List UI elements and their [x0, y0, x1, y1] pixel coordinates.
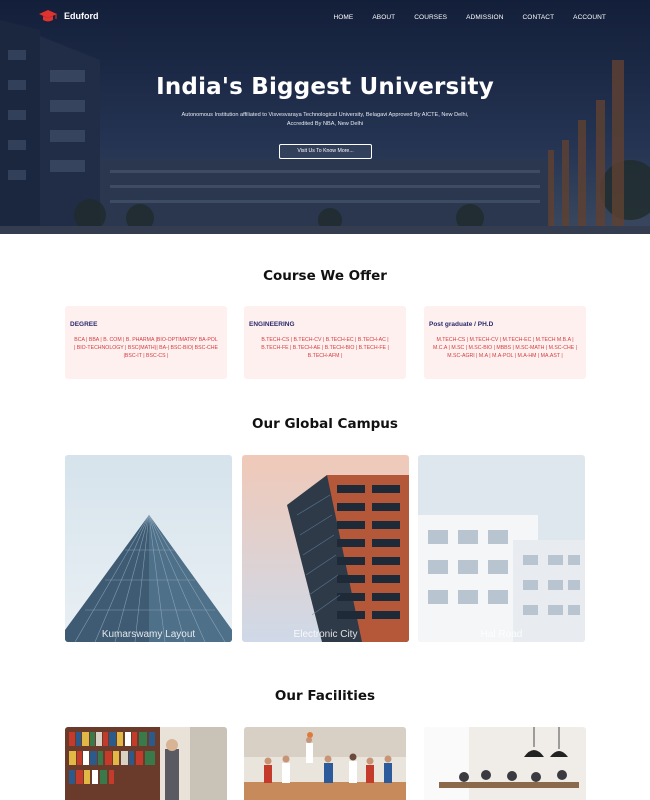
nav-item-home[interactable]: HOME [333, 14, 353, 21]
top-navigation: Eduford HOME ABOUT COURSES ADMISSION CON… [0, 0, 650, 36]
nav-item-admission[interactable]: ADMISSION [466, 14, 503, 21]
facility-card-cafeteria[interactable] [424, 727, 586, 800]
campus-image-white-building [418, 455, 585, 642]
facility-card-sports[interactable] [244, 727, 406, 800]
facilities-section-title: Our Facilities [274, 688, 376, 704]
course-card-degree[interactable]: DEGREE BCA | BBA | B. COM | B. PHARMA |B… [65, 306, 227, 379]
course-card-postgraduate[interactable]: Post graduate / PH.D M.TECH-CS | M.TECH-… [424, 306, 586, 379]
campus-image-glass-pyramid [65, 455, 232, 642]
course-card-list: BCA | BBA | B. COM | B. PHARMA |BIO-OPTI… [73, 337, 219, 360]
brand-name: Eduford [64, 11, 99, 21]
course-card-engineering[interactable]: ENGINEERING B.TECH-CS | B.TECH-CV | B.TE… [244, 306, 406, 379]
campus-label: Electronic City [293, 629, 358, 640]
hero-subtitle-line-1: Autonomous Institution affiliated to Vis… [181, 112, 469, 118]
hero-banner: Eduford HOME ABOUT COURSES ADMISSION CON… [0, 0, 650, 234]
nav-menu: HOME ABOUT COURSES ADMISSION CONTACT ACC… [314, 14, 606, 21]
hero-subtitle: Autonomous Institution affiliated to Vis… [150, 111, 500, 129]
campus-card-kumarswamy-layout[interactable]: Kumarswamy Layout [65, 455, 232, 642]
library-image [65, 727, 227, 800]
campus-section-title: Our Global Campus [252, 416, 398, 432]
course-card-heading: Post graduate / PH.D [429, 321, 494, 328]
hero-title: India's Biggest University [156, 74, 494, 100]
campus-card-electronic-city[interactable]: Electronic City [242, 455, 409, 642]
nav-item-about[interactable]: ABOUT [372, 14, 395, 21]
nav-item-courses[interactable]: COURSES [414, 14, 447, 21]
visit-us-button[interactable]: Visit Us To Know More... [279, 144, 372, 159]
brand-logo[interactable]: Eduford [38, 9, 99, 23]
campus-image-brick-tower [242, 455, 409, 642]
graduation-cap-icon [39, 10, 57, 22]
course-card-heading: DEGREE [70, 321, 98, 328]
course-card-heading: ENGINEERING [249, 321, 295, 328]
courses-section-title: Course We Offer [263, 268, 387, 284]
course-card-list: M.TECH-CS | M.TECH-CV | M.TECH-EC | M.TE… [432, 337, 578, 360]
nav-item-contact[interactable]: CONTACT [523, 14, 555, 21]
cafeteria-image [424, 727, 586, 800]
nav-item-account[interactable]: ACCOUNT [573, 14, 606, 21]
sports-image [244, 727, 406, 800]
facility-card-library[interactable] [65, 727, 227, 800]
campus-label: Hal Road [480, 629, 523, 640]
campus-card-hal-road[interactable]: Hal Road [418, 455, 585, 642]
hero-subtitle-line-2: Accredited By NBA, New Delhi [286, 121, 364, 127]
campus-label: Kumarswamy Layout [101, 629, 196, 640]
course-card-list: B.TECH-CS | B.TECH-CV | B.TECH-EC | B.TE… [261, 337, 389, 360]
